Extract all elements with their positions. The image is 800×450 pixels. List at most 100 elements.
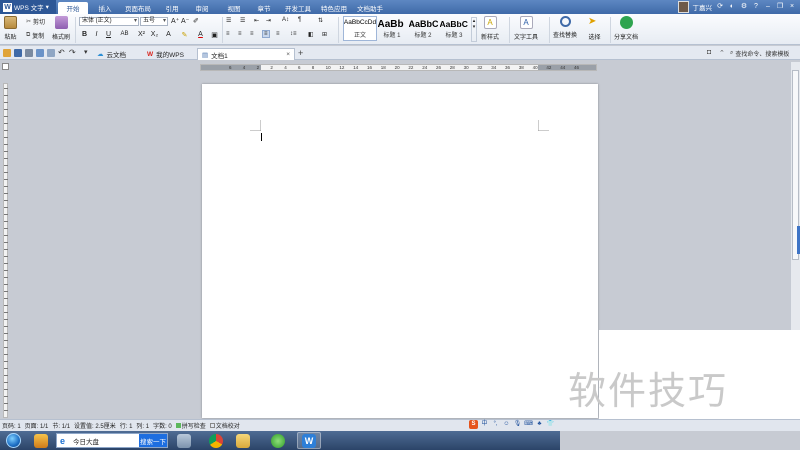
shrink-font-button[interactable]: A⁻ <box>181 17 189 25</box>
vertical-scrollbar[interactable] <box>790 62 800 330</box>
skin-icon[interactable]: 👕 <box>546 420 555 429</box>
ribbon-collapse-icon[interactable]: ⌃ <box>719 49 725 57</box>
tab-references[interactable]: 引用 <box>160 2 184 14</box>
punctuation-icon[interactable]: °, <box>491 420 500 429</box>
grow-font-button[interactable]: A⁺ <box>171 17 179 25</box>
distribute-button[interactable]: ≡ <box>276 31 280 37</box>
redo-icon[interactable]: ↷ <box>69 49 77 57</box>
tab-chapter[interactable]: 章节 <box>252 2 276 14</box>
bold-button[interactable]: B <box>80 31 89 38</box>
taskbar-app-360[interactable] <box>266 432 290 449</box>
help-icon[interactable]: ? <box>752 3 760 11</box>
font-name-select[interactable]: 宋体 (正文) <box>79 17 139 26</box>
tab-cloud-docs[interactable]: ☁ 云文档 <box>93 48 130 60</box>
char-shading-button[interactable]: ▣ <box>210 31 219 39</box>
user-name[interactable]: 丁嘉兴 <box>693 2 713 12</box>
close-icon[interactable]: × <box>286 51 290 58</box>
decrease-indent-button[interactable]: ⇤ <box>254 17 259 24</box>
tab-review[interactable]: 审阅 <box>190 2 214 14</box>
font-size-select[interactable]: 五号 <box>140 17 168 26</box>
spell-check-status[interactable]: 拼写检查 <box>175 421 206 430</box>
style-gallery-scroll[interactable]: ▴ ▾ <box>471 17 477 42</box>
tab-page-layout[interactable]: 页面布局 <box>121 2 155 14</box>
format-painter-button[interactable]: 格式刷 <box>52 16 70 41</box>
taskbar-search-box[interactable]: e 今日大盘 搜索一下 <box>56 433 168 448</box>
select-button[interactable]: ➤ 选择 <box>588 16 601 41</box>
increase-indent-button[interactable]: ⇥ <box>266 17 271 24</box>
clear-format-button[interactable]: ✐ <box>193 17 199 25</box>
command-search[interactable]: ⌕ 查找命令、搜索模板 <box>730 48 798 58</box>
bullets-button[interactable]: ☰ <box>226 17 231 24</box>
share-doc-button[interactable]: 分享文档 <box>614 16 638 41</box>
tab-developer[interactable]: 开发工具 <box>282 2 314 14</box>
cut-button[interactable]: ✂ 剪切 <box>26 17 45 26</box>
strikethrough-button[interactable]: AB <box>120 31 129 37</box>
line-spacing-button[interactable]: ↕≡ <box>290 31 297 37</box>
undo-icon[interactable]: ↶ <box>58 49 66 57</box>
taskbar-app-explorer[interactable] <box>231 432 255 449</box>
paste-button[interactable]: 粘贴 <box>4 16 17 41</box>
style-heading-3[interactable]: AaBbC 标题 3 <box>439 16 469 41</box>
subscript-button[interactable]: X₂ <box>150 31 159 38</box>
close-icon[interactable]: × <box>788 3 796 11</box>
pin-icon[interactable]: ◘ <box>707 49 711 56</box>
new-tab-button[interactable]: + <box>298 48 303 58</box>
settings-icon[interactable]: ⚙ <box>740 3 748 11</box>
tab-special[interactable]: 特色应用 <box>318 2 350 14</box>
tab-doc-assistant[interactable]: 文档助手 <box>354 2 386 14</box>
print-icon[interactable] <box>36 49 44 57</box>
taskbar-app-game[interactable] <box>30 432 52 449</box>
print-preview-icon[interactable] <box>47 49 55 57</box>
text-tools-button[interactable]: A 文字工具 <box>514 16 538 41</box>
customize-toolbar-icon[interactable]: ▾ <box>84 49 92 57</box>
find-replace-button[interactable]: 查找替换 <box>553 16 577 39</box>
tab-my-wps[interactable]: W 我的WPS <box>143 48 188 60</box>
doc-check-status[interactable]: 文档校对 <box>209 421 240 430</box>
style-normal[interactable]: AaBbCcDd 正文 <box>343 16 377 41</box>
tab-view[interactable]: 视图 <box>222 2 246 14</box>
open-icon[interactable] <box>3 49 11 57</box>
tab-insert[interactable]: 插入 <box>92 2 118 14</box>
emoji-icon[interactable]: ☺ <box>502 420 511 429</box>
taskbar-app-tool[interactable] <box>172 432 196 449</box>
new-style-button[interactable]: A 新样式 <box>481 16 499 41</box>
document-page[interactable] <box>202 84 598 418</box>
style-heading-1[interactable]: AaBb 标题 1 <box>377 16 407 41</box>
restore-icon[interactable]: ❐ <box>776 3 784 11</box>
numbering-button[interactable]: ☰ <box>240 17 245 24</box>
chinese-mode-icon[interactable]: 中 <box>480 420 489 429</box>
app-menu-button[interactable]: W WPS 文字 ▾ <box>0 0 56 14</box>
highlight-button[interactable]: ✎ <box>180 31 189 39</box>
start-button[interactable] <box>2 432 24 449</box>
border-button[interactable]: ⊞ <box>322 31 327 38</box>
taskbar-app-wps[interactable]: W <box>297 432 321 449</box>
status-setting-value[interactable]: 设置值: 2.5厘米 <box>74 421 116 430</box>
sogou-ime-icon[interactable]: S <box>469 420 478 429</box>
vertical-ruler[interactable] <box>3 83 8 418</box>
status-word-count[interactable]: 字数: 0 <box>153 421 172 430</box>
chinese-layout-button[interactable]: A↕ <box>282 17 289 23</box>
font-color-button[interactable]: A <box>196 31 205 38</box>
output-pdf-icon[interactable] <box>25 49 33 57</box>
italic-button[interactable]: I <box>92 31 101 38</box>
microphone-icon[interactable]: 🎙 <box>513 420 522 429</box>
align-center-button[interactable]: ≡ <box>238 31 242 37</box>
copy-button[interactable]: ⧉ 复制 <box>26 31 44 40</box>
superscript-button[interactable]: X² <box>137 31 146 38</box>
tab-home[interactable]: 开始 <box>58 2 88 14</box>
horizontal-ruler[interactable]: 6 4 2 2 4 6 8 10 12 14 16 18 20 22 24 26 28 30 32 34 36 38 40 4… <box>200 64 597 71</box>
justify-button[interactable]: ≡ <box>262 30 270 38</box>
ime-menu-icon[interactable]: ♣ <box>535 420 544 429</box>
tab-document-1[interactable]: ▤ 文档1 × <box>197 48 295 60</box>
skin-icon[interactable]: ◐ <box>728 3 736 11</box>
underline-button[interactable]: U <box>104 31 113 38</box>
taskbar-app-chrome[interactable] <box>204 432 228 449</box>
style-heading-2[interactable]: AaBbC 标题 2 <box>408 16 438 41</box>
text-effect-button[interactable]: A <box>164 31 173 38</box>
status-pages[interactable]: 页面: 1/1 <box>25 421 49 430</box>
shading-button[interactable]: ◧ <box>308 31 314 38</box>
sync-icon[interactable]: ⟳ <box>716 3 724 11</box>
status-page-number[interactable]: 页码: 1 <box>2 421 21 430</box>
avatar[interactable] <box>677 1 689 13</box>
ruler-tab-selector[interactable] <box>2 63 9 70</box>
